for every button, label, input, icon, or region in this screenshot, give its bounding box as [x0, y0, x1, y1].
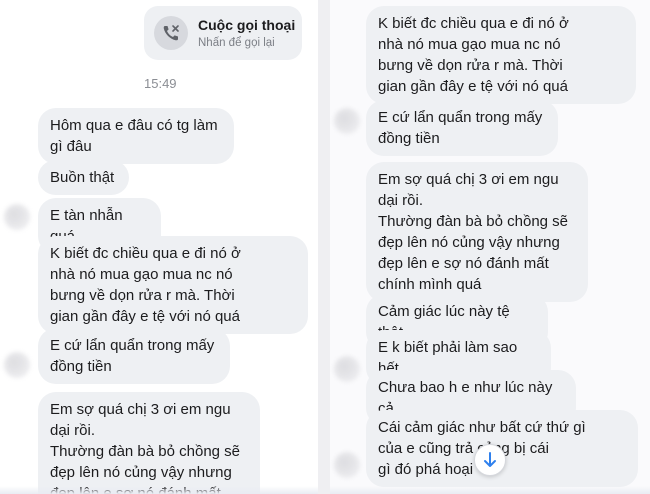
- message-bubble[interactable]: K biết đc chiều qua e đi nó ở nhà nó mua…: [38, 236, 308, 334]
- bottom-fade: [0, 486, 318, 494]
- message-bubble[interactable]: Em sợ quá chị 3 ơi em ngu dại rồi. Thườn…: [366, 162, 588, 302]
- avatar: [4, 204, 30, 230]
- missed-call-icon: [154, 16, 188, 50]
- call-title: Cuộc gọi thoại: [198, 17, 296, 33]
- left-chat-panel: Cuộc gọi thoại Nhấn để gọi lại 15:49 Hôm…: [0, 0, 318, 494]
- avatar: [334, 356, 360, 382]
- timestamp: 15:49: [144, 76, 177, 91]
- right-chat-panel: K biết đc chiều qua e đi nó ở nhà nó mua…: [330, 0, 650, 494]
- message-bubble[interactable]: Em sợ quá chị 3 ơi em ngu dại rồi. Thườn…: [38, 392, 260, 494]
- avatar: [334, 452, 360, 478]
- call-subtitle: Nhấn để gọi lại: [198, 37, 275, 49]
- arrow-down-icon: [484, 452, 496, 467]
- avatar: [334, 108, 360, 134]
- scroll-to-bottom-button[interactable]: [474, 444, 506, 476]
- divider: [318, 0, 330, 494]
- message-bubble[interactable]: K biết đc chiều qua e đi nó ở nhà nó mua…: [366, 6, 636, 104]
- message-bubble[interactable]: Hôm qua e đâu có tg làm gì đâu: [38, 108, 234, 164]
- missed-call-card[interactable]: Cuộc gọi thoại Nhấn để gọi lại: [144, 6, 302, 60]
- bottom-fade: [330, 486, 650, 494]
- avatar: [4, 352, 30, 378]
- message-bubble[interactable]: E cứ lẩn quẩn trong mấy đồng tiền: [366, 100, 558, 156]
- message-bubble[interactable]: Buồn thật: [38, 160, 129, 195]
- message-bubble[interactable]: E cứ lẩn quẩn trong mấy đồng tiền: [38, 328, 230, 384]
